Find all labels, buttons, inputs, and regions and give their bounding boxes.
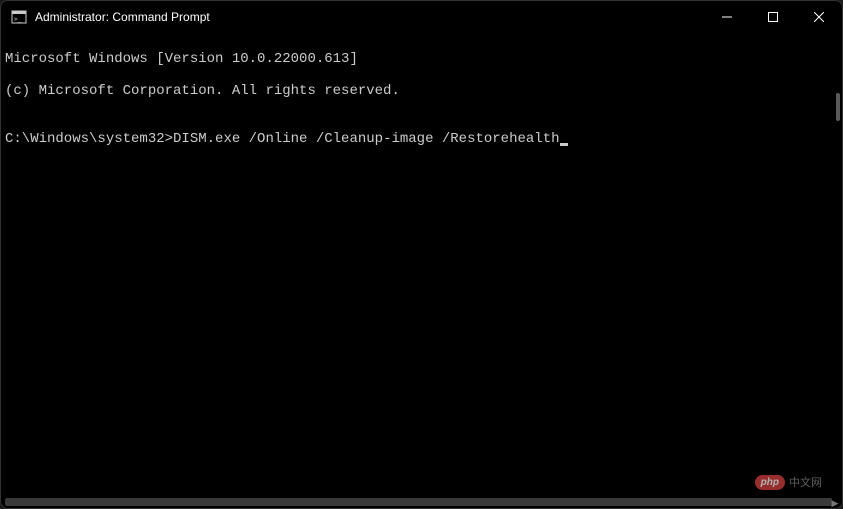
maximize-button[interactable] [750,1,796,33]
scroll-arrow-right-icon[interactable]: ▶ [830,498,840,508]
svg-text:>_: >_ [14,16,22,23]
watermark: php 中文网 [755,474,822,490]
window-controls [704,1,842,33]
titlebar-left: >_ Administrator: Command Prompt [11,9,210,25]
output-line: Microsoft Windows [Version 10.0.22000.61… [5,51,838,67]
minimize-button[interactable] [704,1,750,33]
scrollbar-horizontal[interactable] [5,498,832,506]
terminal-output[interactable]: Microsoft Windows [Version 10.0.22000.61… [1,33,842,508]
scrollbar-vertical[interactable] [836,93,840,121]
command-input[interactable]: DISM.exe /Online /Cleanup-image /Restore… [173,131,559,147]
window-title: Administrator: Command Prompt [35,10,210,24]
output-line: (c) Microsoft Corporation. All rights re… [5,83,838,99]
watermark-badge: php [755,475,785,490]
cursor [560,143,568,146]
command-prompt-window: >_ Administrator: Command Prompt Microso… [0,0,843,509]
watermark-text: 中文网 [789,474,822,490]
cmd-icon: >_ [11,9,27,25]
close-button[interactable] [796,1,842,33]
titlebar[interactable]: >_ Administrator: Command Prompt [1,1,842,33]
prompt: C:\Windows\system32> [5,131,173,147]
